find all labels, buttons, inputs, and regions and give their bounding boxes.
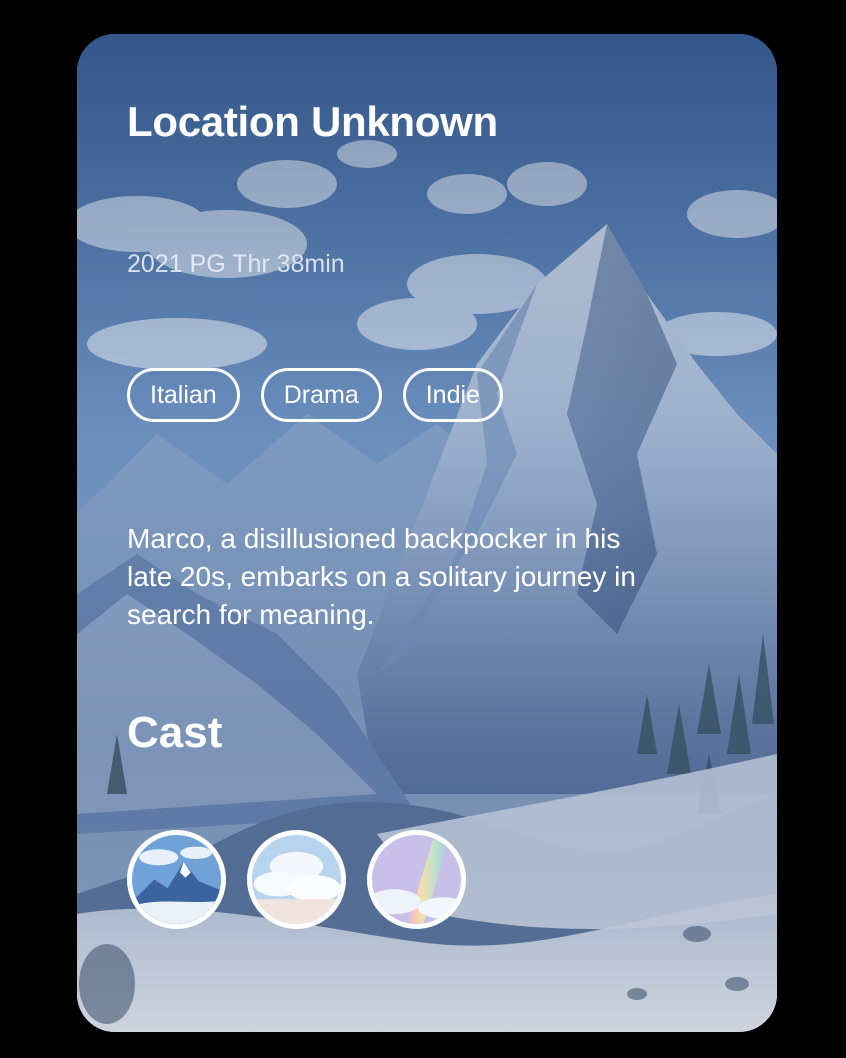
mountain-avatar[interactable]: [127, 830, 226, 929]
movie-meta: 2021 PG Thr 38min: [127, 250, 345, 278]
cast-heading: Cast: [127, 708, 223, 757]
cast-list: [127, 830, 466, 929]
movie-card: Location Unknown 2021 PG Thr 38min Itali…: [77, 34, 777, 1032]
genre-tags: Italian Drama Indie: [127, 368, 503, 422]
tag-indie[interactable]: Indie: [402, 368, 503, 422]
clouds-avatar-icon: [252, 835, 341, 924]
movie-title: Location Unknown: [127, 98, 498, 145]
mountain-avatar-icon: [132, 835, 221, 924]
clouds-avatar[interactable]: [247, 830, 346, 929]
tag-italian[interactable]: Italian: [127, 368, 240, 422]
tag-drama[interactable]: Drama: [260, 368, 382, 422]
rainbow-avatar[interactable]: [367, 830, 466, 929]
movie-description: Marco, a disillusioned backpocker in his…: [127, 523, 636, 630]
rainbow-avatar-icon: [372, 835, 461, 924]
